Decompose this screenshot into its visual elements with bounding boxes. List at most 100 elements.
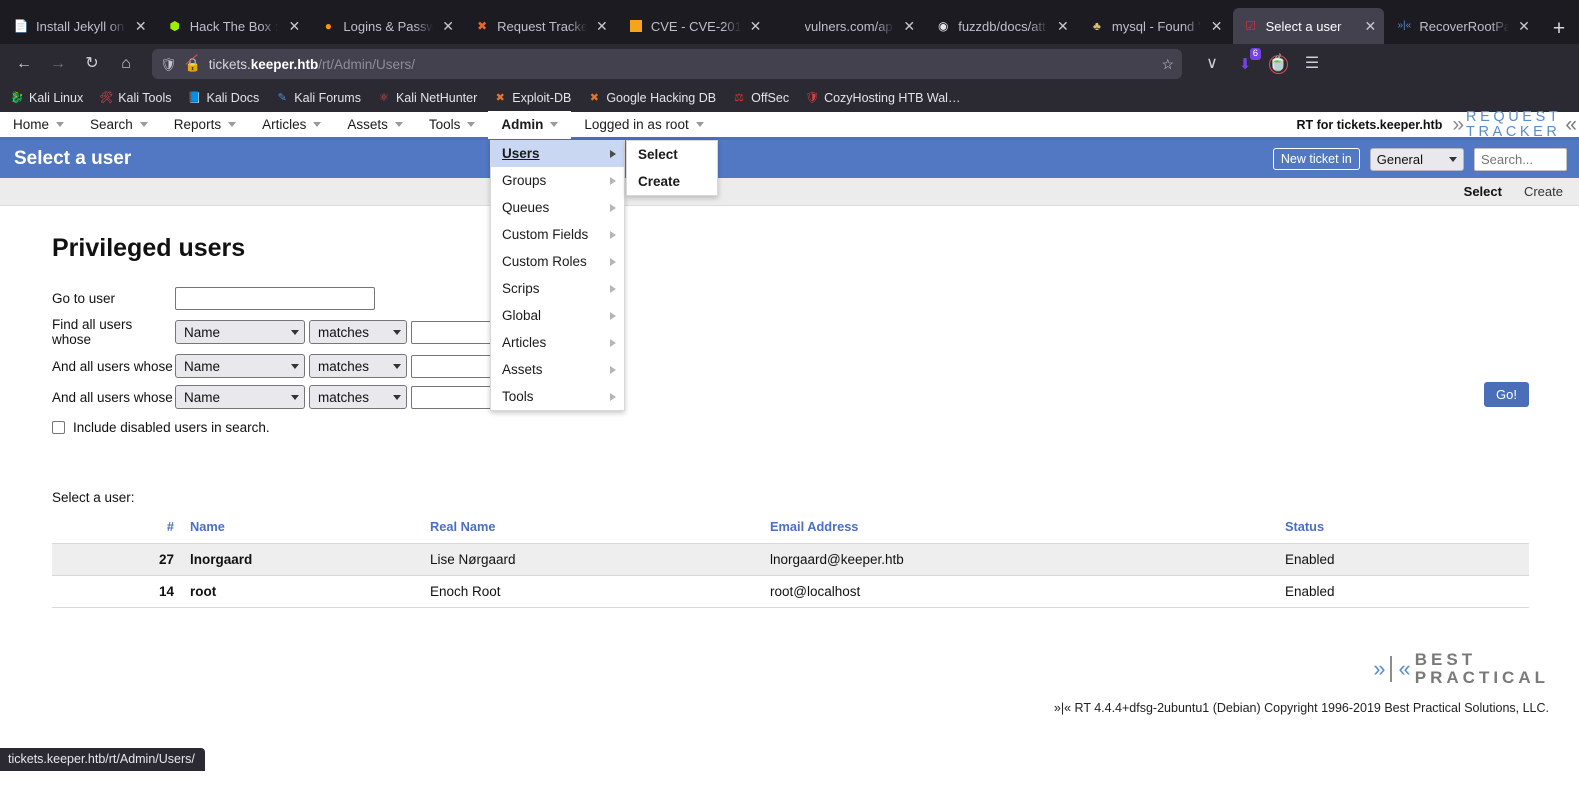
criteria-operator-select[interactable]: matches <box>309 385 407 409</box>
chevron-right-icon <box>610 311 616 320</box>
nav-item-admin[interactable]: Admin <box>488 110 572 139</box>
nav-item-reports[interactable]: Reports <box>161 111 249 139</box>
nav-item-articles[interactable]: Articles <box>249 111 334 139</box>
cell-id: 14 <box>158 584 174 599</box>
column-header-email[interactable]: Email Address <box>770 519 1285 544</box>
home-button[interactable]: ⌂ <box>110 48 142 80</box>
page-content: Home Search Reports Articles Assets Tool… <box>0 109 1579 771</box>
criteria-field-select[interactable]: Name <box>175 320 305 344</box>
browser-tab[interactable]: ✖ Request Tracker ✕ <box>464 8 616 44</box>
bookmark-item[interactable]: ✖ Exploit-DB <box>493 91 572 105</box>
subnav-create-link[interactable]: Create <box>1524 184 1563 199</box>
browser-tab[interactable]: ♣ mysql - Found ' ✕ <box>1079 8 1231 44</box>
document-icon: 📄 <box>13 19 29 33</box>
bookmark-item[interactable]: ⚖ OffSec <box>732 91 789 105</box>
close-icon[interactable]: ✕ <box>594 19 610 33</box>
menu-item-users[interactable]: Users Select Create <box>491 140 718 196</box>
close-icon[interactable]: ✕ <box>1362 19 1378 33</box>
bookmark-label: OffSec <box>751 91 790 105</box>
address-bar[interactable]: 🛡 🔒 tickets.keeper.htb/rt/Admin/Users/ ☆ <box>152 49 1182 79</box>
close-icon[interactable]: ✕ <box>1055 19 1071 33</box>
criteria-label: And all users whose <box>52 358 173 374</box>
nav-label: Tools <box>428 117 461 132</box>
new-ticket-button[interactable]: New ticket in <box>1272 148 1360 170</box>
column-header-real-name[interactable]: Real Name <box>430 519 770 544</box>
bookmark-item[interactable]: 🛡 CozyHosting HTB Wal… <box>805 91 960 105</box>
reload-button[interactable]: ↻ <box>76 48 108 80</box>
browser-tab-active[interactable]: ☑ Select a user ✕ <box>1232 8 1385 44</box>
menu-item-assets[interactable]: Assets <box>491 356 624 383</box>
new-tab-button[interactable]: + <box>1543 12 1575 44</box>
browser-tab[interactable]: vulners.com/api/v3 ✕ <box>772 8 924 44</box>
cell-name[interactable]: lnorgaard <box>180 544 430 576</box>
chevron-down-icon <box>291 394 299 400</box>
column-header-name[interactable]: Name <box>180 519 430 544</box>
close-icon[interactable]: ✕ <box>286 19 302 33</box>
close-icon[interactable]: ✕ <box>440 19 456 33</box>
menu-item-custom-roles[interactable]: Custom Roles <box>491 248 624 275</box>
submenu-item-select[interactable]: Select <box>627 141 717 168</box>
browser-tab[interactable]: ⬢ Hack The Box :: ✕ <box>157 8 309 44</box>
close-icon[interactable]: ✕ <box>901 19 917 33</box>
bookmark-item[interactable]: 🐉 Kali Linux <box>10 91 83 105</box>
include-disabled-checkbox[interactable] <box>52 421 65 434</box>
submenu-item-create[interactable]: Create <box>627 168 717 195</box>
goto-user-input[interactable] <box>175 287 375 310</box>
bookmark-item[interactable]: ✎ Kali Forums <box>275 91 361 105</box>
go-button[interactable]: Go! <box>1484 382 1529 407</box>
shield-icon[interactable]: 🛡 <box>160 58 177 71</box>
chevron-down-icon <box>394 122 403 127</box>
rt-icon: ✖ <box>477 19 488 33</box>
back-button[interactable]: ← <box>8 48 40 80</box>
criteria-operator-select[interactable]: matches <box>309 320 407 344</box>
subnav-select-link[interactable]: Select <box>1464 184 1502 199</box>
search-input[interactable] <box>1474 147 1567 171</box>
menu-item-global[interactable]: Global <box>491 302 624 329</box>
pocket-icon[interactable]: ∨ <box>1196 48 1228 80</box>
lock-crossed-icon[interactable]: 🔒 <box>185 53 201 71</box>
table-row[interactable]: 27 lnorgaard Lise Nørgaard lnorgaard@kee… <box>52 543 1529 576</box>
close-icon[interactable]: ✕ <box>133 19 149 33</box>
bookmark-item[interactable]: ⚛ Kali NetHunter <box>377 91 477 105</box>
browser-tab[interactable]: ● Logins & Passw ✕ <box>310 8 462 44</box>
menu-item-tools[interactable]: Tools <box>491 383 624 410</box>
nav-item-assets[interactable]: Assets <box>334 111 416 139</box>
firefox-icon: ● <box>324 19 333 33</box>
criteria-operator-select[interactable]: matches <box>309 354 407 378</box>
navigation-toolbar: ← → ↻ ⌂ 🛡 🔒 tickets.keeper.htb/rt/Admin/… <box>0 44 1579 84</box>
close-icon[interactable]: ✕ <box>748 19 764 33</box>
tab-title: mysql - Found ' <box>1111 18 1201 34</box>
bookmark-star-icon[interactable]: ☆ <box>1161 56 1174 73</box>
cell-name[interactable]: root <box>180 576 430 608</box>
close-icon[interactable]: ✕ <box>1516 19 1532 33</box>
menu-item-articles[interactable]: Articles <box>491 329 624 356</box>
menu-item-groups[interactable]: Groups <box>491 167 624 194</box>
app-menu-button[interactable]: ☰ <box>1296 48 1328 80</box>
criteria-field-select[interactable]: Name <box>175 354 305 378</box>
browser-tab[interactable]: 📄 Install Jekyll on ✕ <box>3 8 155 44</box>
column-header-id[interactable]: # <box>52 519 180 544</box>
criteria-field-select[interactable]: Name <box>175 385 305 409</box>
tools-icon: 🛠 <box>99 91 114 104</box>
browser-tab[interactable]: »|« RecoverRootPa ✕ <box>1386 8 1538 44</box>
bookmark-item[interactable]: 🛠 Kali Tools <box>99 91 171 105</box>
nav-item-home[interactable]: Home <box>0 111 77 139</box>
bookmark-item[interactable]: ✖ Google Hacking DB <box>587 91 716 105</box>
menu-item-queues[interactable]: Queues <box>491 194 624 221</box>
downloads-button[interactable]: ⬇ 6 <box>1230 48 1261 79</box>
column-header-status[interactable]: Status <box>1285 519 1529 544</box>
nav-item-logged-in-as[interactable]: Logged in as root <box>571 111 716 139</box>
nav-item-search[interactable]: Search <box>77 111 161 139</box>
menu-item-scrips[interactable]: Scrips <box>491 275 624 302</box>
bookmark-item[interactable]: 📘 Kali Docs <box>187 91 260 105</box>
queue-select[interactable]: General <box>1369 147 1464 171</box>
tab-title: Install Jekyll on <box>36 18 125 34</box>
table-row[interactable]: 14 root Enoch Root root@localhost Enable… <box>52 575 1529 608</box>
browser-tab[interactable]: ◉ fuzzdb/docs/att ✕ <box>925 8 1077 44</box>
browser-tab[interactable]: CVE - CVE-2017- ✕ <box>618 8 770 44</box>
nav-item-tools[interactable]: Tools <box>416 111 489 139</box>
menu-item-custom-fields[interactable]: Custom Fields <box>491 221 624 248</box>
extension-icon[interactable]: 🍵 <box>1262 48 1294 80</box>
close-icon[interactable]: ✕ <box>1209 19 1225 33</box>
forward-button[interactable]: → <box>42 48 74 80</box>
